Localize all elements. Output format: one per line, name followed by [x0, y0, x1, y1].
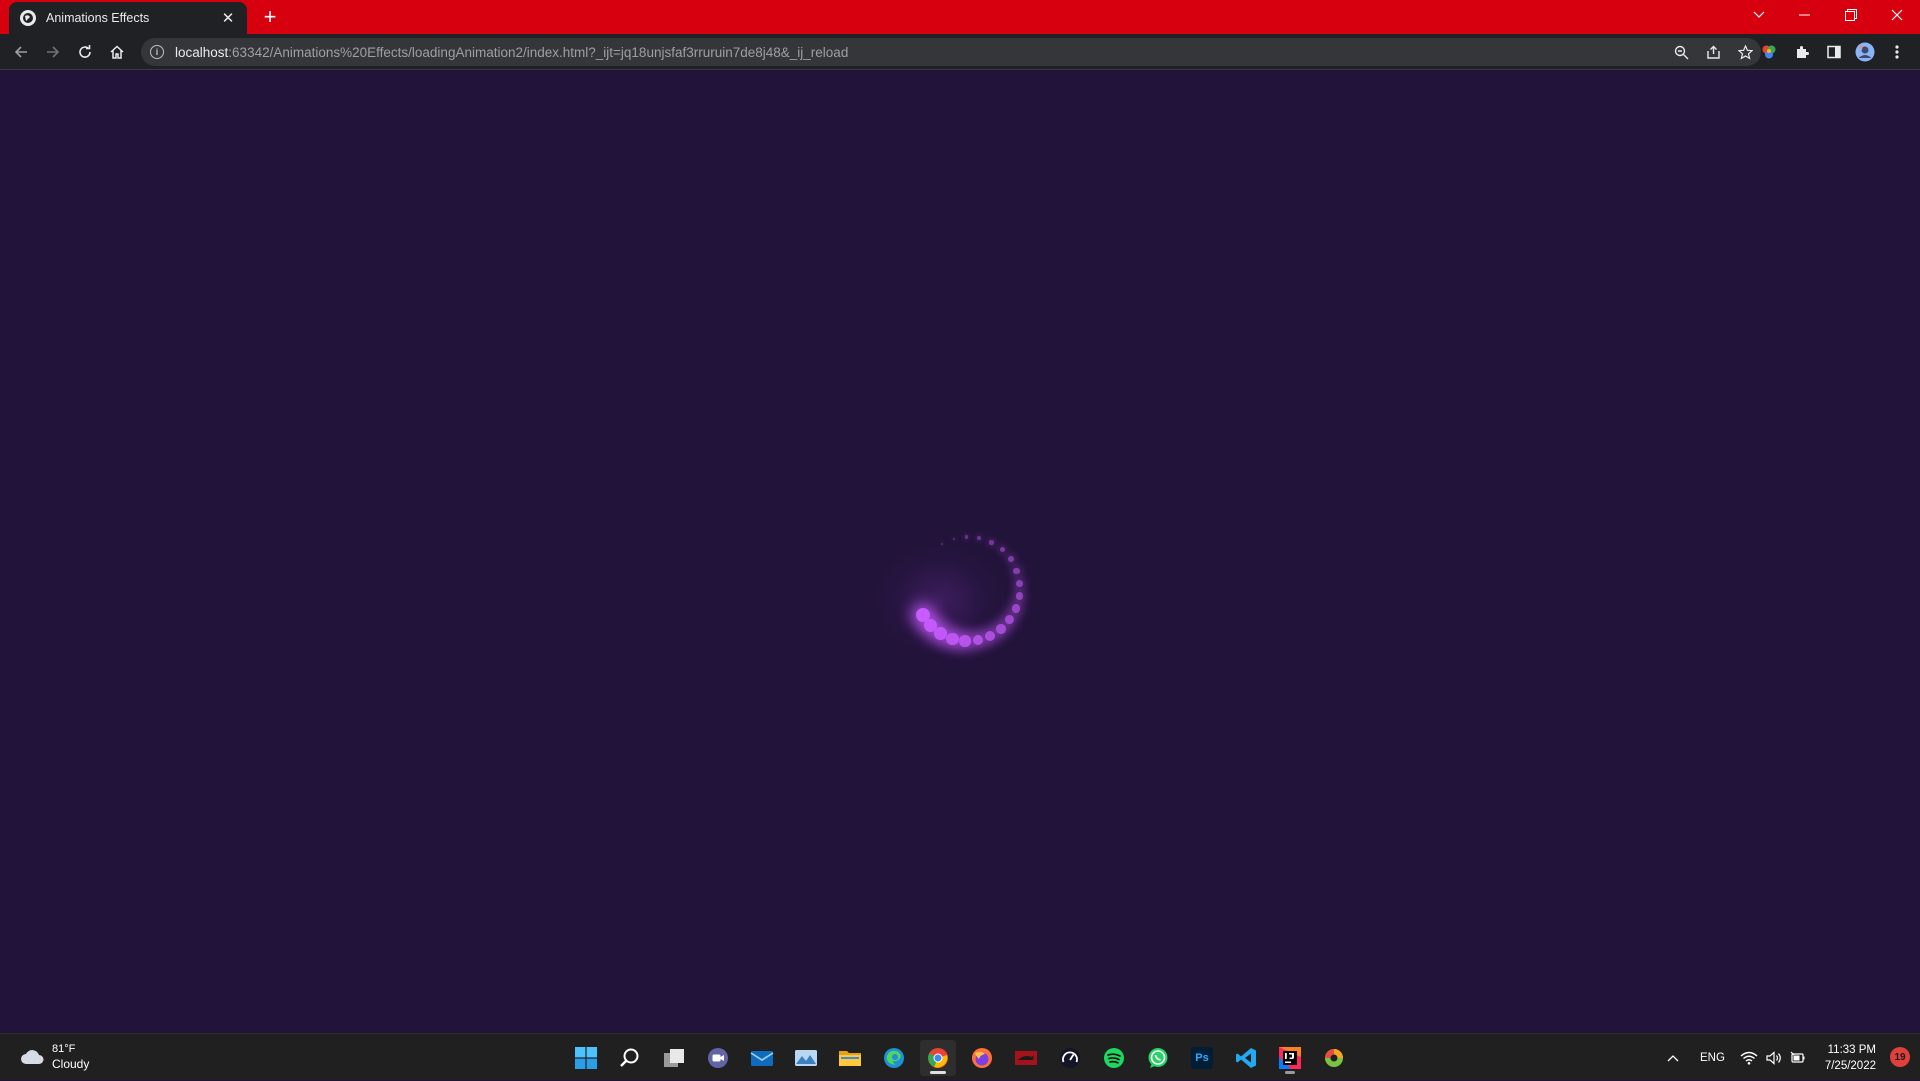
system-clock[interactable]: 11:33 PM 7/25/2022 — [1825, 1042, 1876, 1074]
kebab-menu-icon[interactable] — [1884, 40, 1910, 64]
side-panel-icon[interactable] — [1821, 40, 1847, 64]
active-app-indicator — [930, 1071, 946, 1074]
photos-icon[interactable] — [788, 1040, 824, 1076]
home-icon — [110, 45, 124, 59]
quick-settings[interactable] — [1740, 1034, 1806, 1081]
show-hidden-icons-button[interactable] — [1667, 1034, 1679, 1081]
loader-dot — [977, 536, 982, 541]
chrome-icon[interactable] — [920, 1040, 956, 1076]
profile-avatar[interactable] — [1852, 40, 1878, 64]
loader-dot — [934, 626, 948, 640]
loader-dot — [996, 624, 1006, 634]
weather-condition: Cloudy — [52, 1057, 90, 1071]
loader-dot — [1015, 592, 1024, 600]
chevron-up-icon — [1667, 1054, 1679, 1061]
loader-dot — [999, 547, 1005, 553]
site-info-icon[interactable]: i — [150, 45, 164, 59]
forward-button[interactable] — [41, 40, 65, 64]
loader-dot — [1005, 615, 1015, 625]
colorful-app-icon[interactable] — [1316, 1040, 1352, 1076]
clock-date: 7/25/2022 — [1824, 1060, 1876, 1072]
photoshop-label: Ps — [1191, 1047, 1213, 1069]
volume-icon — [1766, 1050, 1781, 1065]
file-explorer-icon[interactable] — [832, 1040, 868, 1076]
start-icon[interactable] — [568, 1040, 604, 1076]
weather-widget[interactable]: 81°F Cloudy — [20, 1042, 89, 1072]
loader-dot — [1013, 567, 1020, 574]
spotify-icon[interactable] — [1096, 1040, 1132, 1076]
notification-badge[interactable]: 19 — [1890, 1047, 1910, 1067]
loader-dot — [941, 542, 943, 545]
language-indicator[interactable]: ENG — [1700, 1034, 1725, 1081]
tab-strip: Animations Effects ✕ + — [0, 0, 1920, 34]
cloud-icon — [20, 1049, 44, 1065]
arrow-right-icon — [47, 46, 60, 58]
weather-temperature: 81°F — [52, 1043, 76, 1055]
photoshop-icon[interactable]: Ps — [1184, 1040, 1220, 1076]
tab-search-icon[interactable] — [1736, 0, 1782, 30]
tab-title: Animations Effects — [46, 11, 150, 25]
loading-spinner — [860, 475, 1060, 675]
loader-dot — [959, 635, 971, 647]
address-bar[interactable]: i localhost:63342/Animations%20Effects/l… — [141, 38, 1761, 66]
task-view-icon[interactable] — [656, 1040, 692, 1076]
page-viewport — [0, 71, 1920, 1033]
loader-dot — [972, 634, 984, 646]
browser-toolbar: i localhost:63342/Animations%20Effects/l… — [0, 34, 1920, 70]
reload-icon — [79, 45, 91, 58]
back-button[interactable] — [9, 40, 33, 64]
tab-active[interactable]: Animations Effects ✕ — [9, 2, 247, 34]
loader-dot — [1012, 604, 1021, 613]
minimize-button[interactable] — [1782, 0, 1828, 30]
url-text[interactable]: localhost:63342/Animations%20Effects/loa… — [175, 45, 848, 60]
restore-button[interactable] — [1828, 0, 1874, 30]
speedtest-icon[interactable] — [1052, 1040, 1088, 1076]
loader-dot — [1007, 556, 1014, 563]
intellij-icon[interactable] — [1272, 1040, 1308, 1076]
extension-colorful-icon[interactable] — [1756, 40, 1782, 64]
search-icon[interactable] — [612, 1040, 648, 1076]
loader-dot — [985, 630, 996, 642]
tab-close-icon[interactable]: ✕ — [219, 9, 237, 27]
teams-chat-icon[interactable] — [700, 1040, 736, 1076]
whatsapp-icon[interactable] — [1140, 1040, 1176, 1076]
loader-dot — [964, 535, 969, 539]
zoom-icon[interactable] — [1665, 38, 1697, 66]
mail-icon[interactable] — [744, 1040, 780, 1076]
loader-dot — [1016, 579, 1024, 587]
loader-dot — [989, 540, 994, 545]
battery-charging-icon — [1790, 1051, 1805, 1063]
new-tab-button[interactable]: + — [258, 6, 282, 30]
home-button[interactable] — [105, 40, 129, 64]
globe-icon — [20, 10, 36, 26]
loader-dot — [952, 537, 956, 541]
open-app-indicator — [1285, 1071, 1295, 1074]
close-window-button[interactable] — [1874, 0, 1920, 30]
share-icon[interactable] — [1697, 38, 1729, 66]
extensions-puzzle-icon[interactable] — [1789, 40, 1815, 64]
loader-dot — [915, 608, 930, 622]
firefox-icon[interactable] — [964, 1040, 1000, 1076]
vscode-icon[interactable] — [1228, 1040, 1264, 1076]
wifi-icon — [1740, 1051, 1758, 1065]
clock-time: 11:33 PM — [1827, 1044, 1876, 1056]
edge-icon[interactable] — [876, 1040, 912, 1076]
loader-dot — [946, 632, 959, 645]
taskbar: 81°F Cloudy Ps ENG 11:33 PM 7/25/2022 19 — [0, 1033, 1920, 1080]
reload-button[interactable] — [73, 40, 97, 64]
flixster-icon[interactable] — [1008, 1040, 1044, 1076]
arrow-left-icon — [14, 46, 27, 58]
